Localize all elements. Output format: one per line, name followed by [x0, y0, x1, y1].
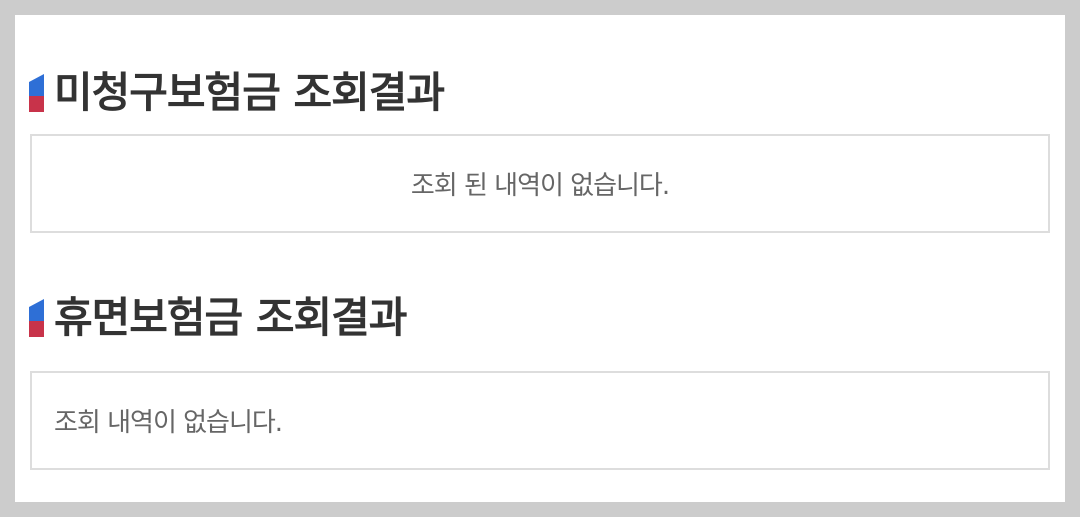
unclaimed-insurance-title: 미청구보험금 조회결과: [54, 68, 445, 117]
heading-marker-icon: [29, 74, 44, 112]
unclaimed-insurance-heading: 미청구보험금 조회결과: [29, 67, 445, 119]
unclaimed-insurance-result-box: 조회 된 내역이 없습니다.: [30, 134, 1050, 233]
results-panel: 미청구보험금 조회결과 조회 된 내역이 없습니다. 휴면보험금 조회결과 조회…: [15, 15, 1065, 502]
dormant-insurance-title: 휴면보험금 조회결과: [54, 293, 407, 342]
dormant-insurance-result-box: 조회 내역이 없습니다.: [30, 371, 1050, 470]
dormant-insurance-empty-message: 조회 내역이 없습니다.: [54, 408, 283, 438]
heading-marker-icon: [29, 299, 44, 337]
unclaimed-insurance-empty-message: 조회 된 내역이 없습니다.: [410, 171, 670, 201]
dormant-insurance-heading: 휴면보험금 조회결과: [29, 292, 407, 344]
